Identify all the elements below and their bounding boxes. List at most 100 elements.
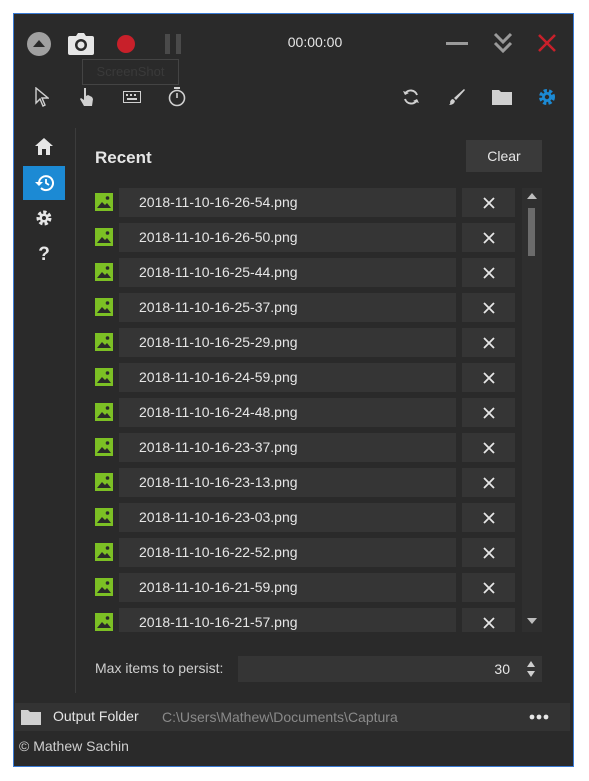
recent-item-filename[interactable]: 2018-11-10-16-25-44.png	[119, 258, 456, 287]
recent-item[interactable]: 2018-11-10-16-23-37.png	[91, 433, 521, 462]
recent-scrollbar[interactable]	[522, 188, 542, 632]
remove-x-icon	[482, 616, 495, 629]
recent-item-filename[interactable]: 2018-11-10-16-26-50.png	[119, 223, 456, 252]
recent-item-filename[interactable]: 2018-11-10-16-23-37.png	[119, 433, 456, 462]
recent-item-filename[interactable]: 2018-11-10-16-26-54.png	[119, 188, 456, 217]
recent-item[interactable]: 2018-11-10-16-26-50.png	[91, 223, 521, 252]
remove-x-icon	[482, 476, 495, 489]
camera-icon[interactable]	[67, 30, 95, 58]
screenshot-tooltip: ScreenShot	[82, 59, 179, 85]
remove-x-icon	[482, 371, 495, 384]
image-file-icon	[95, 613, 113, 631]
home-icon[interactable]	[32, 135, 56, 157]
recent-item[interactable]: 2018-11-10-16-25-44.png	[91, 258, 521, 287]
nav-divider	[75, 128, 76, 693]
pause-icon[interactable]	[160, 31, 186, 57]
settings-gear-icon[interactable]	[535, 85, 559, 109]
image-file-icon	[95, 298, 113, 316]
scroll-down-arrow-icon	[527, 618, 537, 624]
image-file-icon	[95, 193, 113, 211]
recent-item-filename[interactable]: 2018-11-10-16-25-37.png	[119, 293, 456, 322]
recent-item-filename[interactable]: 2018-11-10-16-25-29.png	[119, 328, 456, 357]
recent-item[interactable]: 2018-11-10-16-21-59.png	[91, 573, 521, 602]
output-folder-icon	[21, 710, 41, 725]
help-icon[interactable]: ?	[32, 244, 56, 266]
recent-item-filename[interactable]: 2018-11-10-16-21-57.png	[119, 608, 456, 632]
timer-icon[interactable]	[166, 86, 188, 108]
click-hand-icon[interactable]	[76, 86, 98, 108]
recent-item-filename[interactable]: 2018-11-10-16-23-13.png	[119, 468, 456, 497]
image-file-icon	[95, 368, 113, 386]
remove-item-button[interactable]	[462, 608, 515, 632]
remove-item-button[interactable]	[462, 223, 515, 252]
remove-item-button[interactable]	[462, 328, 515, 357]
recent-item[interactable]: 2018-11-10-16-23-13.png	[91, 468, 521, 497]
recent-item[interactable]: 2018-11-10-16-26-54.png	[91, 188, 521, 217]
recent-item-filename[interactable]: 2018-11-10-16-24-48.png	[119, 398, 456, 427]
recent-item-filename[interactable]: 2018-11-10-16-23-03.png	[119, 503, 456, 532]
recent-item[interactable]: 2018-11-10-16-25-29.png	[91, 328, 521, 357]
image-file-icon	[95, 508, 113, 526]
nav-settings-icon[interactable]	[32, 207, 56, 229]
history-icon[interactable]	[32, 171, 56, 195]
image-file-icon	[95, 473, 113, 491]
image-file-icon	[95, 543, 113, 561]
double-chevron-down-icon[interactable]	[490, 29, 516, 57]
scrollbar-thumb[interactable]	[528, 208, 535, 256]
copyright-text: © Mathew Sachin	[19, 738, 129, 754]
more-options-icon	[529, 714, 549, 720]
brush-icon[interactable]	[446, 86, 468, 108]
minimize-icon[interactable]	[444, 31, 470, 57]
remove-item-button[interactable]	[462, 468, 515, 497]
recent-item-filename[interactable]: 2018-11-10-16-22-52.png	[119, 538, 456, 567]
stepper-arrows-icon	[527, 661, 535, 677]
refresh-icon[interactable]	[400, 86, 422, 108]
recent-item[interactable]: 2018-11-10-16-25-37.png	[91, 293, 521, 322]
close-icon[interactable]	[534, 30, 560, 56]
recent-item-filename[interactable]: 2018-11-10-16-24-59.png	[119, 363, 456, 392]
keyboard-icon[interactable]	[121, 88, 143, 106]
remove-item-button[interactable]	[462, 503, 515, 532]
output-folder-bar[interactable]: Output Folder C:\Users\Mathew\Documents\…	[15, 703, 570, 731]
remove-x-icon	[482, 301, 495, 314]
recent-item[interactable]: 2018-11-10-16-22-52.png	[91, 538, 521, 567]
recent-item[interactable]: 2018-11-10-16-21-57.png	[91, 608, 521, 632]
remove-item-button[interactable]	[462, 363, 515, 392]
recent-list: 2018-11-10-16-26-54.png 2018-11-10-16-26-…	[91, 188, 521, 632]
remove-item-button[interactable]	[462, 293, 515, 322]
folder-icon[interactable]	[490, 86, 514, 108]
remove-item-button[interactable]	[462, 538, 515, 567]
scroll-up-arrow-icon	[527, 193, 537, 199]
image-file-icon	[95, 263, 113, 281]
max-items-value: 30	[494, 661, 510, 677]
image-file-icon	[95, 333, 113, 351]
remove-item-button[interactable]	[462, 398, 515, 427]
elapsed-timer: 00:00:00	[287, 34, 343, 50]
recent-title: Recent	[95, 148, 152, 167]
image-file-icon	[95, 438, 113, 456]
remove-item-button[interactable]	[462, 573, 515, 602]
recent-item[interactable]: 2018-11-10-16-23-03.png	[91, 503, 521, 532]
collapse-icon[interactable]	[25, 30, 53, 58]
remove-x-icon	[482, 196, 495, 209]
remove-x-icon	[482, 336, 495, 349]
main-window: 00:00:00 ScreenShot ? Recent Clear 2018-…	[13, 13, 574, 767]
remove-x-icon	[482, 581, 495, 594]
remove-item-button[interactable]	[462, 433, 515, 462]
remove-x-icon	[482, 231, 495, 244]
remove-x-icon	[482, 511, 495, 524]
remove-x-icon	[482, 406, 495, 419]
output-folder-path: C:\Users\Mathew\Documents\Captura	[162, 709, 398, 725]
max-items-stepper[interactable]: 30	[238, 656, 542, 682]
recent-item[interactable]: 2018-11-10-16-24-59.png	[91, 363, 521, 392]
remove-x-icon	[482, 441, 495, 454]
max-items-label: Max items to persist:	[95, 660, 224, 676]
recent-item[interactable]: 2018-11-10-16-24-48.png	[91, 398, 521, 427]
output-folder-label: Output Folder	[53, 708, 139, 724]
clear-button[interactable]: Clear	[466, 140, 542, 172]
remove-item-button[interactable]	[462, 258, 515, 287]
remove-item-button[interactable]	[462, 188, 515, 217]
cursor-icon[interactable]	[31, 86, 53, 108]
recent-item-filename[interactable]: 2018-11-10-16-21-59.png	[119, 573, 456, 602]
record-icon[interactable]	[113, 31, 139, 57]
